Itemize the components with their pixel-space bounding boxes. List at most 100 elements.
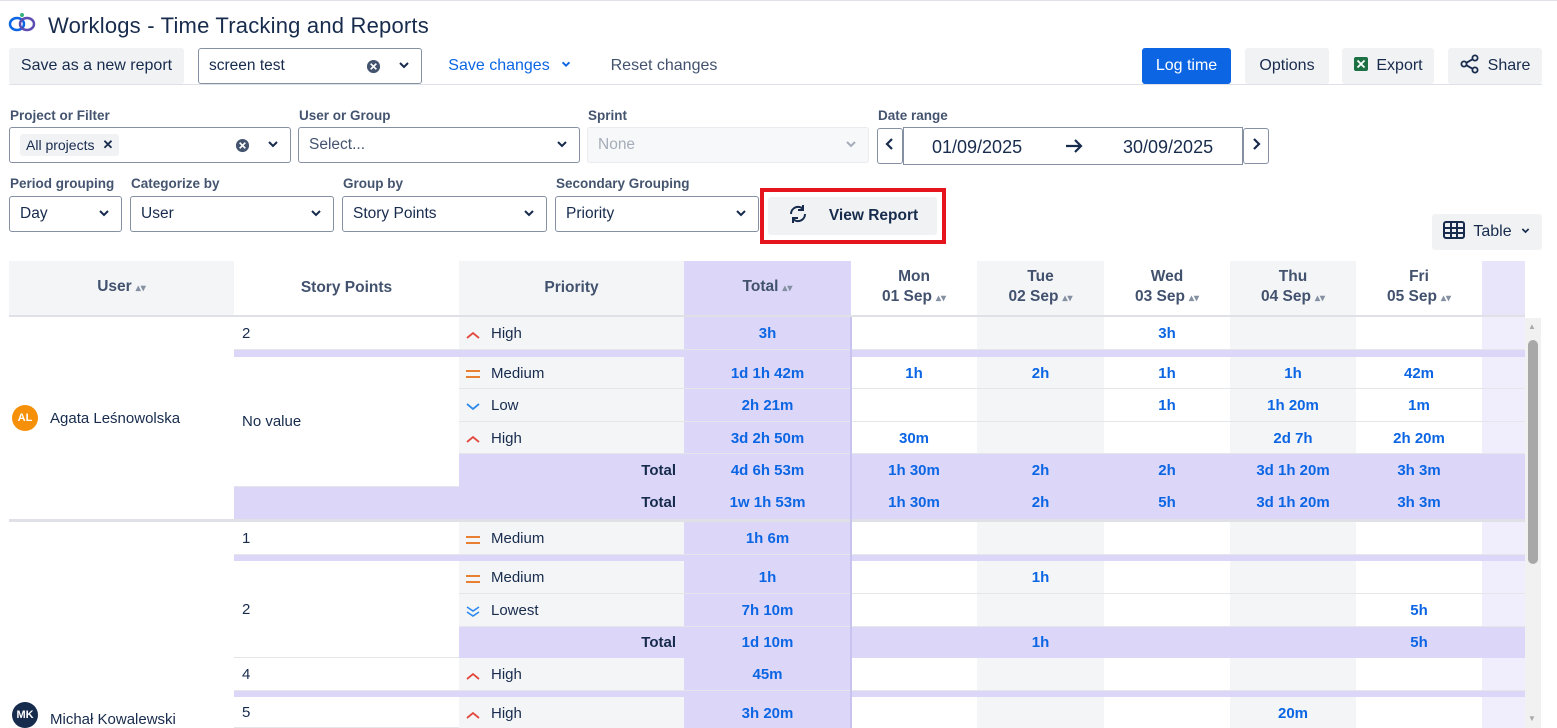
priority-medium-icon xyxy=(465,533,481,545)
day-value: 1h xyxy=(1230,357,1356,389)
clear-icon[interactable] xyxy=(235,138,250,158)
chip-remove-icon[interactable]: ✕ xyxy=(102,137,113,153)
chevron-down-icon[interactable] xyxy=(309,206,323,220)
date-next-button[interactable] xyxy=(1243,128,1269,164)
arrow-right-icon xyxy=(1064,136,1084,161)
sort-icon[interactable]: ▴▾ xyxy=(782,283,792,294)
day-value xyxy=(851,389,977,422)
day-value: 2h xyxy=(1104,454,1230,487)
priority-label: High xyxy=(491,705,522,722)
day-value: 1h xyxy=(977,627,1104,658)
report-select[interactable]: screen test xyxy=(198,48,422,84)
priority-label: Medium xyxy=(491,569,545,586)
header-total[interactable]: Total ▴▾ xyxy=(684,261,851,315)
header-day[interactable]: Fri 05 Sep ▴▾ xyxy=(1356,261,1482,315)
view-mode-button[interactable]: Table xyxy=(1432,214,1542,250)
day-value xyxy=(1482,561,1525,594)
day-value: 3d 1h 20m xyxy=(1230,486,1356,519)
priority-high-icon xyxy=(465,708,481,720)
chevron-down-icon[interactable] xyxy=(734,206,748,220)
group-by-select[interactable]: Story Points xyxy=(342,196,547,232)
save-as-new-report-button[interactable]: Save as a new report xyxy=(9,48,184,84)
row-divider xyxy=(459,554,1525,555)
scrollbar-thumb[interactable] xyxy=(1528,340,1538,564)
day-value xyxy=(851,627,977,658)
period-grouping-select[interactable]: Day xyxy=(9,196,122,232)
report-name: screen test xyxy=(209,57,285,74)
categorize-by-value: User xyxy=(141,205,174,222)
app-header: Worklogs - Time Tracking and Reports xyxy=(8,10,429,42)
day-value xyxy=(1356,561,1482,594)
day-value: 1h xyxy=(1104,389,1230,422)
header-day[interactable]: Wed 03 Sep ▴▾ xyxy=(1104,261,1230,315)
header-day[interactable]: Thu 04 Sep ▴▾ xyxy=(1230,261,1356,315)
sort-icon[interactable]: ▴▾ xyxy=(1189,293,1199,304)
sort-icon[interactable]: ▴▾ xyxy=(936,293,946,304)
day-date: 01 Sep ▴▾ xyxy=(881,288,947,305)
day-value: 3h 3m xyxy=(1356,486,1482,519)
day-value: 2h 20m xyxy=(1356,422,1482,454)
avatar: MK xyxy=(12,702,38,728)
chevron-down-icon[interactable] xyxy=(522,206,536,220)
priority-cell: High xyxy=(459,422,684,454)
header-user[interactable]: User ▴▾ xyxy=(9,261,234,315)
log-time-button[interactable]: Log time xyxy=(1142,48,1231,84)
day-value xyxy=(977,422,1104,454)
project-filter-select[interactable]: All projects ✕ xyxy=(9,127,291,163)
sort-icon[interactable]: ▴▾ xyxy=(1441,293,1451,304)
secondary-grouping-select[interactable]: Priority xyxy=(555,196,759,232)
reset-changes-button[interactable]: Reset changes xyxy=(600,48,728,84)
date-to[interactable]: 30/09/2025 xyxy=(1123,137,1213,158)
view-mode-label: Table xyxy=(1473,223,1512,240)
day-value xyxy=(1230,627,1356,658)
export-button[interactable]: Export xyxy=(1342,48,1434,84)
day-value xyxy=(1482,658,1525,691)
date-range-picker[interactable]: 01/09/2025 30/09/2025 xyxy=(903,127,1243,165)
row-total-value: 45m xyxy=(684,658,851,691)
day-value: 1h 30m xyxy=(851,486,977,519)
day-value xyxy=(1482,697,1525,728)
clear-icon[interactable] xyxy=(366,59,381,79)
scroll-down-icon[interactable]: ▼ xyxy=(1528,714,1536,723)
header-day[interactable]: Mon 01 Sep ▴▾ xyxy=(851,261,977,315)
categorize-by-select[interactable]: User xyxy=(130,196,334,232)
chevron-down-icon[interactable] xyxy=(555,137,569,151)
day-value: 1h xyxy=(977,561,1104,594)
priority-label: High xyxy=(491,429,522,447)
user-group-select[interactable]: Select... xyxy=(298,127,580,163)
vertical-scrollbar[interactable]: ▲ ▼ xyxy=(1525,318,1541,728)
report-table: User ▴▾ Story Points Priority Total ▴▾ Mon 01 S… xyxy=(9,261,1525,728)
share-button[interactable]: Share xyxy=(1448,48,1542,84)
sort-icon[interactable]: ▴▾ xyxy=(136,283,146,294)
day-value xyxy=(1104,522,1230,555)
priority-medium-icon xyxy=(465,572,481,584)
row-total-value: 1h xyxy=(684,561,851,594)
save-changes-button[interactable]: Save changes xyxy=(440,48,580,84)
categorize-by-label: Categorize by xyxy=(131,176,220,191)
priority-label: High xyxy=(491,666,522,683)
chevron-down-icon[interactable] xyxy=(97,206,111,220)
header-day[interactable]: Tue 02 Sep ▴▾ xyxy=(977,261,1104,315)
header-day[interactable]: S06 xyxy=(1482,261,1525,315)
day-of-week: Tue xyxy=(1027,268,1054,285)
date-prev-button[interactable] xyxy=(877,128,903,164)
sort-icon[interactable]: ▴▾ xyxy=(1315,293,1325,304)
period-grouping-label: Period grouping xyxy=(10,176,115,191)
chevron-down-icon[interactable] xyxy=(397,58,411,72)
day-value: 30m xyxy=(851,422,977,454)
day-date: 03 Sep ▴▾ xyxy=(1134,288,1200,305)
row-total-value: 1d 10m xyxy=(684,627,851,658)
day-value xyxy=(851,594,977,627)
priority-high-icon xyxy=(465,432,481,444)
scroll-up-icon[interactable]: ▲ xyxy=(1528,322,1536,331)
priority-label: Lowest xyxy=(491,602,539,619)
priority-label: Medium xyxy=(491,364,545,382)
priority-cell: High xyxy=(459,658,684,691)
priority-high-icon xyxy=(465,669,481,681)
date-from[interactable]: 01/09/2025 xyxy=(932,137,1022,158)
chevron-down-icon[interactable] xyxy=(266,137,280,151)
priority-cell: High xyxy=(459,317,684,350)
options-button[interactable]: Options xyxy=(1245,48,1329,84)
sort-icon[interactable]: ▴▾ xyxy=(1062,293,1072,304)
table-icon xyxy=(1443,220,1466,244)
